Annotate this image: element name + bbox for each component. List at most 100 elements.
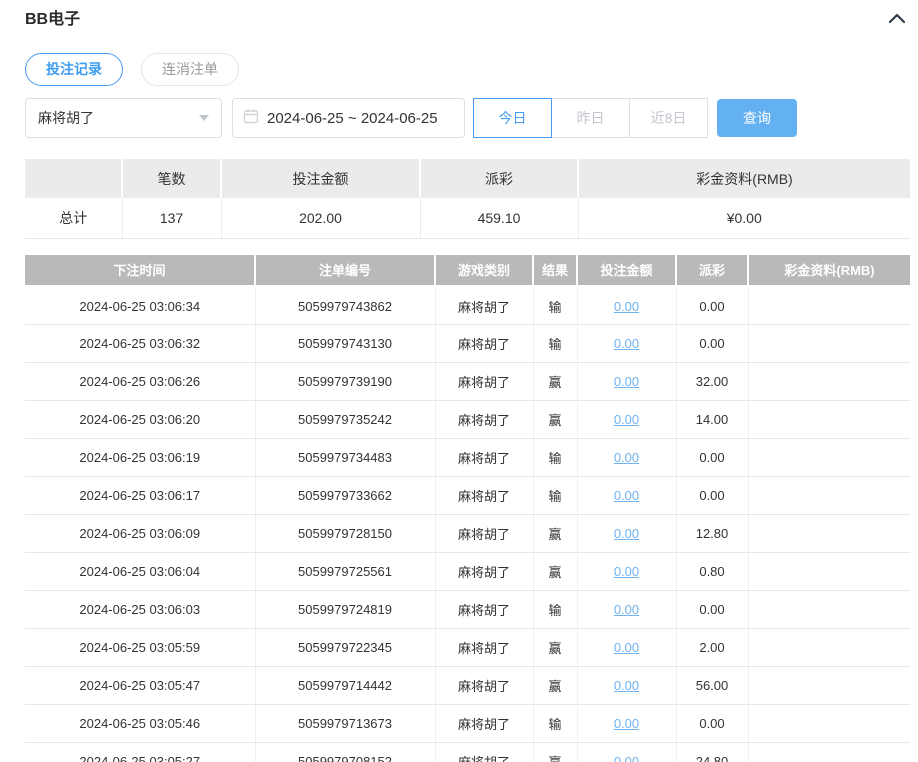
bet-amount-cell: 0.00 bbox=[576, 552, 676, 591]
order-number-cell: 5059979735242 bbox=[254, 400, 435, 439]
bonus-cell bbox=[747, 742, 910, 762]
bet-time-cell: 2024-06-25 03:06:04 bbox=[25, 552, 255, 591]
summary-total-label: 总计 bbox=[25, 198, 122, 239]
bet-table-header-row: 下注时间 注单编号 游戏类别 结果 投注金额 派彩 彩金资料(RMB) bbox=[25, 254, 910, 288]
result-cell: 赢 bbox=[532, 514, 577, 553]
order-number-cell: 5059979713673 bbox=[254, 704, 435, 743]
col-header-order-number: 注单编号 bbox=[254, 254, 435, 288]
game-type-cell: 麻将胡了 bbox=[434, 628, 533, 667]
payout-cell: 0.00 bbox=[675, 286, 748, 325]
bet-amount-link[interactable]: 0.00 bbox=[614, 299, 639, 314]
game-type-cell: 麻将胡了 bbox=[434, 590, 533, 629]
table-row: 2024-06-25 03:06:09 5059979728150 麻将胡了赢 0.0… bbox=[25, 514, 910, 553]
table-row: 2024-06-25 03:06:20 5059979735242 麻将胡了赢 0.0… bbox=[25, 400, 910, 439]
summary-total-bonus: ¥0.00 bbox=[577, 198, 910, 239]
result-cell: 输 bbox=[532, 704, 577, 743]
summary-total-row: 总计 137 202.00 459.10 ¥0.00 bbox=[25, 198, 910, 239]
result-cell: 赢 bbox=[532, 742, 577, 762]
yesterday-button[interactable]: 昨日 bbox=[551, 98, 630, 138]
col-header-bonus: 彩金资料(RMB) bbox=[747, 254, 910, 288]
payout-cell: 0.00 bbox=[675, 476, 748, 515]
summary-header-empty bbox=[25, 159, 122, 198]
col-header-game-type: 游戏类别 bbox=[434, 254, 533, 288]
payout-cell: 12.80 bbox=[675, 514, 748, 553]
bonus-cell bbox=[747, 286, 910, 325]
payout-cell: 0.00 bbox=[675, 438, 748, 477]
order-number-cell: 5059979714442 bbox=[254, 666, 435, 705]
bonus-cell bbox=[747, 476, 910, 515]
table-row: 2024-06-25 03:05:59 5059979722345 麻将胡了赢 0.0… bbox=[25, 628, 910, 667]
collapse-button[interactable] bbox=[886, 10, 908, 29]
result-cell: 赢 bbox=[532, 628, 577, 667]
table-row: 2024-06-25 03:06:32 5059979743130 麻将胡了输 0.0… bbox=[25, 324, 910, 363]
today-button[interactable]: 今日 bbox=[473, 98, 552, 138]
bet-amount-cell: 0.00 bbox=[576, 514, 676, 553]
summary-table: 笔数 投注金额 派彩 彩金资料(RMB) 总计 137 202.00 459.1… bbox=[25, 159, 910, 239]
result-cell: 输 bbox=[532, 324, 577, 363]
bet-amount-cell: 0.00 bbox=[576, 362, 676, 401]
tab-cancelled-orders[interactable]: 连消注单 bbox=[141, 53, 239, 86]
payout-cell: 56.00 bbox=[675, 666, 748, 705]
bet-time-cell: 2024-06-25 03:05:47 bbox=[25, 666, 255, 705]
bet-amount-link[interactable]: 0.00 bbox=[614, 450, 639, 465]
game-type-cell: 麻将胡了 bbox=[434, 324, 533, 363]
game-type-cell: 麻将胡了 bbox=[434, 666, 533, 705]
bet-amount-cell: 0.00 bbox=[576, 400, 676, 439]
bonus-cell bbox=[747, 400, 910, 439]
bet-amount-link[interactable]: 0.00 bbox=[614, 602, 639, 617]
bet-amount-link[interactable]: 0.00 bbox=[614, 716, 639, 731]
bet-amount-link[interactable]: 0.00 bbox=[614, 488, 639, 503]
bet-amount-link[interactable]: 0.00 bbox=[614, 526, 639, 541]
result-cell: 赢 bbox=[532, 400, 577, 439]
table-row: 2024-06-25 03:06:26 5059979739190 麻将胡了赢 0.0… bbox=[25, 362, 910, 401]
bet-time-cell: 2024-06-25 03:06:09 bbox=[25, 514, 255, 553]
col-header-bet-amount: 投注金额 bbox=[576, 254, 676, 288]
bet-amount-link[interactable]: 0.00 bbox=[614, 412, 639, 427]
bet-amount-link[interactable]: 0.00 bbox=[614, 678, 639, 693]
table-row: 2024-06-25 03:06:04 5059979725561 麻将胡了赢 0.0… bbox=[25, 552, 910, 591]
bet-amount-link[interactable]: 0.00 bbox=[614, 374, 639, 389]
table-row: 2024-06-25 03:06:19 5059979734483 麻将胡了输 0.0… bbox=[25, 438, 910, 477]
bb-electronic-panel: BB电子 投注记录 连消注单 麻将胡了 2024-06-25 ~ 2024-06… bbox=[0, 0, 918, 762]
bet-amount-cell: 0.00 bbox=[576, 438, 676, 477]
summary-total-bet-amount: 202.00 bbox=[220, 198, 420, 239]
order-number-cell: 5059979724819 bbox=[254, 590, 435, 629]
table-row: 2024-06-25 03:06:03 5059979724819 麻将胡了输 0.0… bbox=[25, 590, 910, 629]
payout-cell: 0.80 bbox=[675, 552, 748, 591]
bet-time-cell: 2024-06-25 03:06:17 bbox=[25, 476, 255, 515]
table-row: 2024-06-25 03:06:17 5059979733662 麻将胡了输 0.0… bbox=[25, 476, 910, 515]
table-row: 2024-06-25 03:05:275059979708152麻将胡了赢 0.0… bbox=[25, 742, 910, 762]
order-number-cell: 5059979728150 bbox=[254, 514, 435, 553]
tab-bet-records[interactable]: 投注记录 bbox=[25, 53, 123, 86]
bet-amount-link[interactable]: 0.00 bbox=[614, 754, 639, 762]
order-number-cell: 5059979722345 bbox=[254, 628, 435, 667]
page-title: BB电子 bbox=[25, 11, 81, 28]
bet-amount-link[interactable]: 0.00 bbox=[614, 564, 639, 579]
result-cell: 输 bbox=[532, 476, 577, 515]
chevron-up-icon bbox=[888, 12, 906, 27]
summary-header-row: 笔数 投注金额 派彩 彩金资料(RMB) bbox=[25, 159, 910, 198]
bet-table-body: 2024-06-25 03:06:34 5059979743862 麻将胡了输 0.0… bbox=[25, 286, 910, 762]
bet-amount-link[interactable]: 0.00 bbox=[614, 336, 639, 351]
last-8-days-button[interactable]: 近8日 bbox=[629, 98, 708, 138]
date-range-input[interactable]: 2024-06-25 ~ 2024-06-25 bbox=[232, 98, 465, 138]
payout-cell: 32.00 bbox=[675, 362, 748, 401]
bet-amount-cell: 0.00 bbox=[576, 324, 676, 363]
order-number-cell: 5059979743862 bbox=[254, 286, 435, 325]
bet-time-cell: 2024-06-25 03:06:19 bbox=[25, 438, 255, 477]
payout-cell: 0.00 bbox=[675, 590, 748, 629]
bet-amount-cell: 0.00 bbox=[576, 286, 676, 325]
bonus-cell bbox=[747, 552, 910, 591]
game-select[interactable]: 麻将胡了 bbox=[25, 98, 222, 138]
result-cell: 输 bbox=[532, 438, 577, 477]
payout-cell: 0.00 bbox=[675, 324, 748, 363]
search-button[interactable]: 查询 bbox=[717, 99, 797, 137]
bet-amount-link[interactable]: 0.00 bbox=[614, 640, 639, 655]
tab-bar: 投注记录 连消注单 bbox=[25, 53, 910, 86]
bet-time-cell: 2024-06-25 03:06:32 bbox=[25, 324, 255, 363]
game-type-cell: 麻将胡了 bbox=[434, 362, 533, 401]
game-type-cell: 麻将胡了 bbox=[434, 704, 533, 743]
bet-amount-cell: 0.00 bbox=[576, 628, 676, 667]
game-type-cell: 麻将胡了 bbox=[434, 742, 533, 762]
payout-cell: 14.00 bbox=[675, 400, 748, 439]
